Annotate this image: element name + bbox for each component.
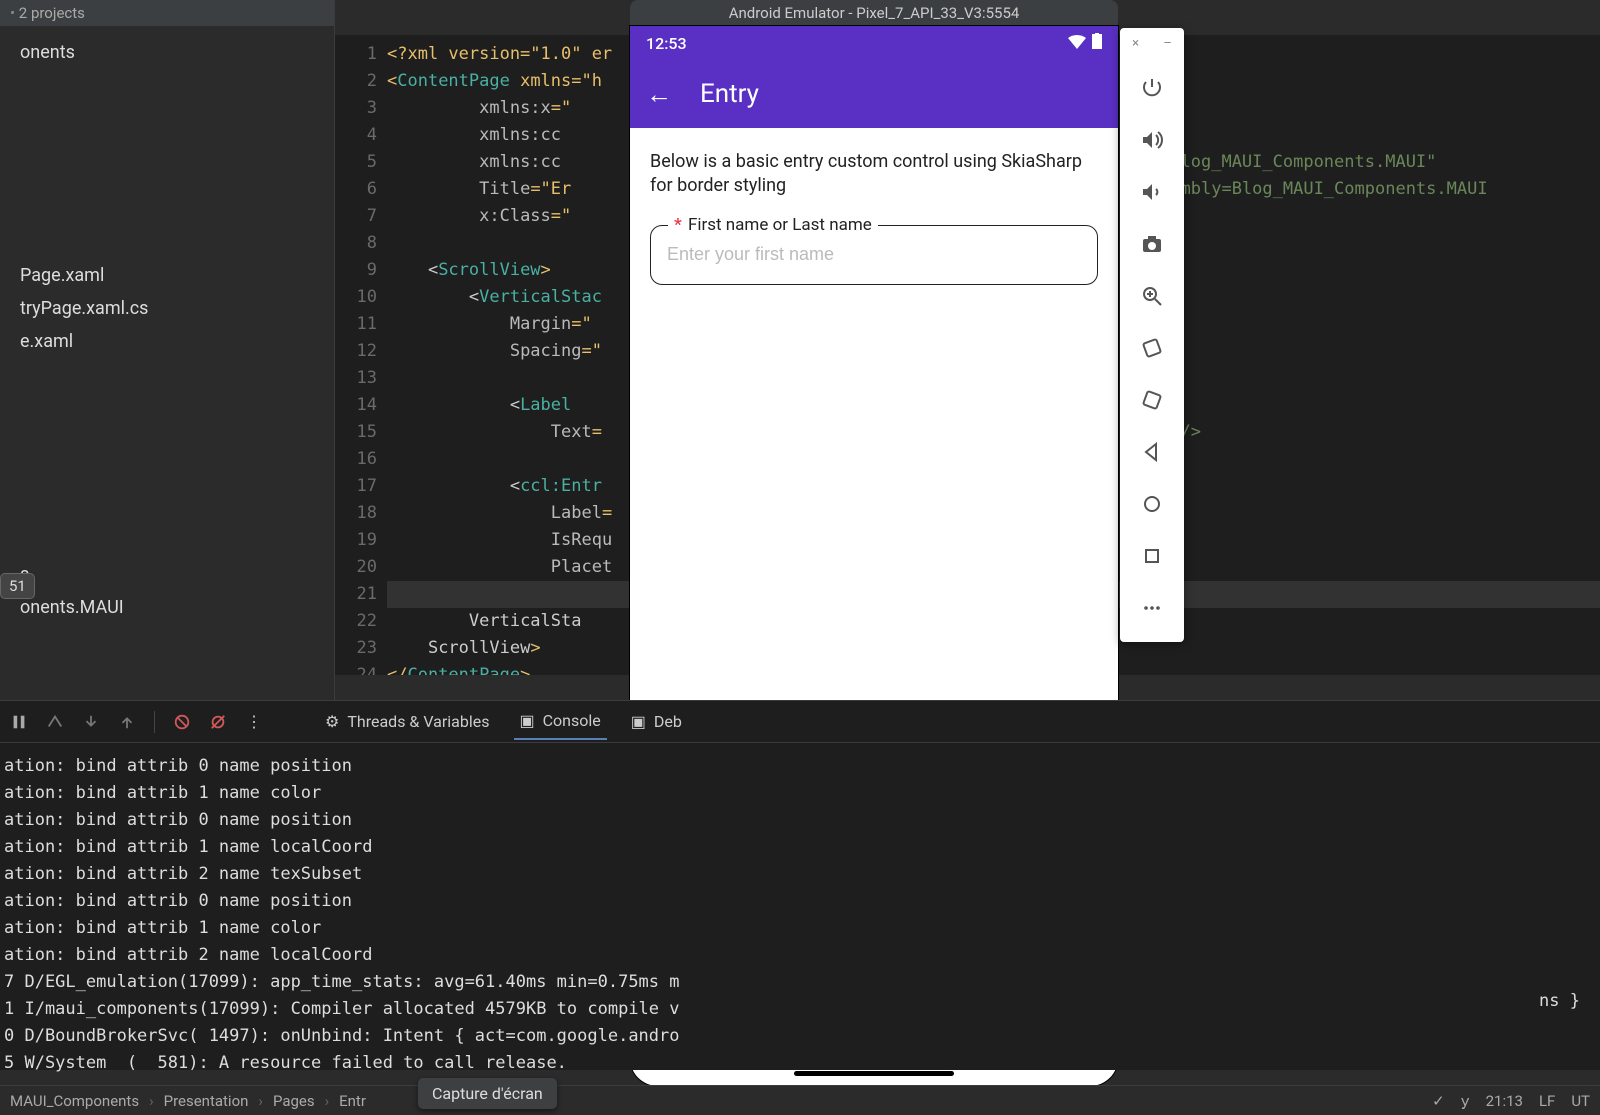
separator	[154, 711, 155, 733]
chevron-right-icon: ›	[325, 1092, 330, 1110]
project-count: 2 projects	[19, 4, 85, 22]
required-asterisk: *	[674, 215, 682, 235]
project-header: • 2 projects	[0, 0, 334, 26]
tab-debug[interactable]: ▣ Deb	[625, 704, 688, 739]
step-over-icon[interactable]	[46, 713, 64, 731]
status-icons	[1068, 33, 1102, 53]
chevron-right-icon: ›	[149, 1092, 154, 1110]
encoding[interactable]: UT	[1571, 1092, 1590, 1110]
emulator-statusbar: 12:53	[630, 26, 1118, 60]
debug-panel: ⋮ ⚙ Threads & Variables ▣ Console ▣ Deb …	[0, 700, 1600, 1070]
tab-console[interactable]: ▣ Console	[514, 703, 607, 740]
close-icon[interactable]: ×	[1132, 36, 1139, 58]
more-actions-icon[interactable]: ⋮	[245, 713, 263, 731]
tree-item[interactable]: s	[10, 558, 334, 591]
project-tree[interactable]: onents Page.xaml tryPage.xaml.cs e.xaml …	[0, 26, 334, 624]
rotate-right-icon[interactable]	[1120, 374, 1184, 426]
rotate-left-icon[interactable]	[1120, 322, 1184, 374]
line-gutter: 123456789101112131415161718192021222324	[335, 35, 387, 675]
clock: 12:53	[646, 34, 687, 53]
emulator-body: Below is a basic entry custom control us…	[630, 128, 1118, 307]
status-bar: MAUI_Components › Presentation › Pages ›…	[0, 1085, 1600, 1115]
tree-item[interactable]: Page.xaml	[10, 259, 334, 292]
minimize-icon[interactable]: –	[1163, 36, 1172, 58]
status-time: 21:13	[1486, 1092, 1523, 1110]
tree-item[interactable]: tryPage.xaml.cs	[10, 292, 334, 325]
more-icon[interactable]	[1120, 582, 1184, 634]
camera-icon[interactable]	[1120, 218, 1184, 270]
overview-nav-icon[interactable]	[1120, 530, 1184, 582]
breadcrumb-part[interactable]: MAUI_Components	[10, 1092, 139, 1110]
page-description: Below is a basic entry custom control us…	[650, 150, 1098, 199]
entry-label: * First name or Last name	[668, 214, 878, 237]
battery-icon	[1092, 33, 1102, 53]
screen-icon: ▣	[631, 712, 646, 731]
step-into-icon[interactable]	[82, 713, 100, 731]
line-ending[interactable]: LF	[1539, 1092, 1555, 1110]
breadcrumb-part[interactable]: Pages	[273, 1092, 315, 1110]
ide-root: • 2 projects onents Page.xaml tryPage.xa…	[0, 0, 1600, 1115]
chevron-right-icon: ›	[258, 1092, 263, 1110]
console-right-frag: ns }	[1539, 991, 1580, 1011]
tree-item[interactable]: onents.MAUI	[10, 591, 334, 624]
power-icon[interactable]	[1120, 62, 1184, 114]
stop-icon[interactable]	[173, 713, 191, 731]
app-page-title: Entry	[700, 79, 759, 109]
check-icon[interactable]: ✓	[1432, 1092, 1445, 1110]
zoom-icon[interactable]	[1120, 270, 1184, 322]
breadcrumb-part[interactable]: Presentation	[164, 1092, 249, 1110]
tooltip-capture: Capture d'écran	[418, 1078, 557, 1109]
wifi-icon	[1068, 34, 1086, 53]
home-nav-icon[interactable]	[1120, 478, 1184, 530]
tab-threads[interactable]: ⚙ Threads & Variables	[319, 704, 496, 739]
entry-label-text: First name or Last name	[688, 215, 872, 235]
entry-control: * First name or Last name	[650, 225, 1098, 285]
run-badge: 51	[0, 573, 35, 599]
mute-breakpoints-icon[interactable]	[209, 713, 227, 731]
bullet: •	[10, 4, 15, 22]
status-right: ✓ 𝗒 21:13 LF UT	[1432, 1092, 1590, 1110]
project-sidebar: • 2 projects onents Page.xaml tryPage.xa…	[0, 0, 335, 700]
breadcrumb[interactable]: MAUI_Components › Presentation › Pages ›…	[10, 1092, 366, 1110]
console-icon: ▣	[520, 711, 535, 730]
debug-toolbar: ⋮ ⚙ Threads & Variables ▣ Console ▣ Deb	[0, 701, 1600, 743]
step-out-icon[interactable]	[118, 713, 136, 731]
emulator-window-controls: × –	[1120, 36, 1184, 58]
branch-icon[interactable]: 𝗒	[1461, 1092, 1470, 1110]
volume-up-icon[interactable]	[1120, 114, 1184, 166]
volume-down-icon[interactable]	[1120, 166, 1184, 218]
back-arrow-icon[interactable]: ←	[646, 79, 672, 110]
first-name-input[interactable]	[667, 244, 1081, 265]
breadcrumb-part[interactable]: Entr	[339, 1092, 366, 1110]
back-nav-icon[interactable]	[1120, 426, 1184, 478]
emulator-title-bar: Android Emulator - Pixel_7_API_33_V3:555…	[630, 0, 1118, 26]
emulator-toolbar: × –	[1120, 28, 1184, 642]
console-output[interactable]: ation: bind attrib 0 name positionation:…	[0, 743, 1600, 1087]
tree-item[interactable]: onents	[10, 36, 334, 69]
bug-icon: ⚙	[325, 712, 339, 731]
emulator-appbar: ← Entry	[630, 60, 1118, 128]
pause-icon[interactable]	[10, 713, 28, 731]
tree-item[interactable]: e.xaml	[10, 325, 334, 358]
